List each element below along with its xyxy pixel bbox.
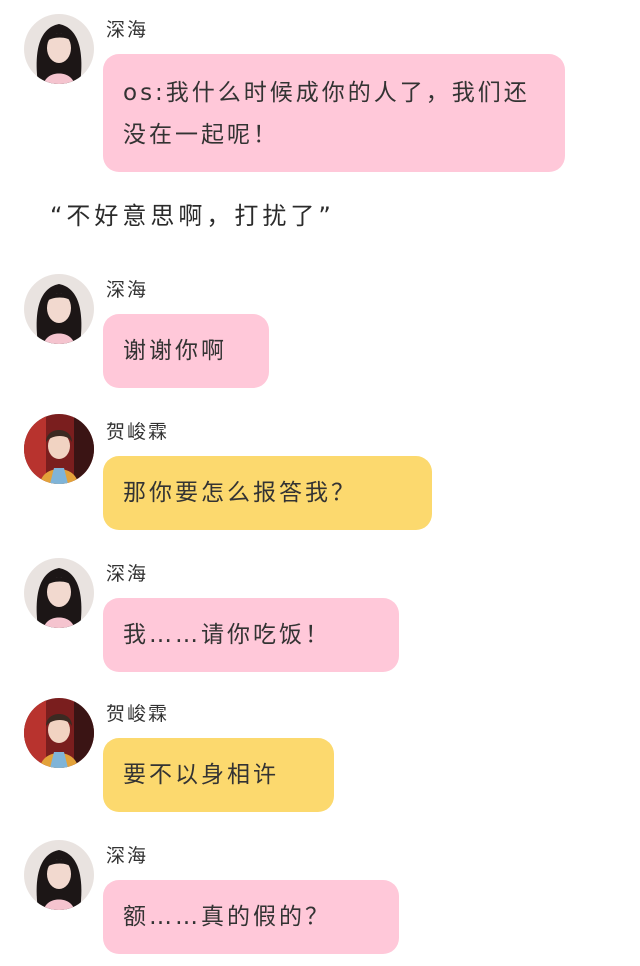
chat-message: 深海 os:我什么时候成你的人了，我们还没在一起呢！ (0, 0, 640, 180)
sender-name: 深海 (106, 563, 149, 585)
message-bubble[interactable]: 要不以身相许 (103, 738, 334, 812)
boy-avatar[interactable] (24, 698, 94, 768)
sender-name: 深海 (106, 845, 149, 867)
girl-avatar[interactable] (24, 274, 94, 344)
sender-name: 贺峻霖 (106, 421, 170, 443)
sender-name: 深海 (106, 279, 149, 301)
sender-name: 贺峻霖 (106, 703, 170, 725)
message-bubble[interactable]: os:我什么时候成你的人了，我们还没在一起呢！ (103, 54, 565, 172)
sender-name: 深海 (106, 19, 149, 41)
girl-avatar[interactable] (24, 14, 94, 84)
message-bubble[interactable]: 额……真的假的？ (103, 880, 399, 954)
message-bubble[interactable]: 那你要怎么报答我？ (103, 456, 432, 530)
narration-text: “不好意思啊，打扰了” (50, 202, 335, 230)
girl-avatar[interactable] (24, 558, 94, 628)
message-bubble[interactable]: 谢谢你啊 (103, 314, 269, 388)
message-bubble[interactable]: 我……请你吃饭！ (103, 598, 399, 672)
boy-avatar[interactable] (24, 414, 94, 484)
girl-avatar[interactable] (24, 840, 94, 910)
